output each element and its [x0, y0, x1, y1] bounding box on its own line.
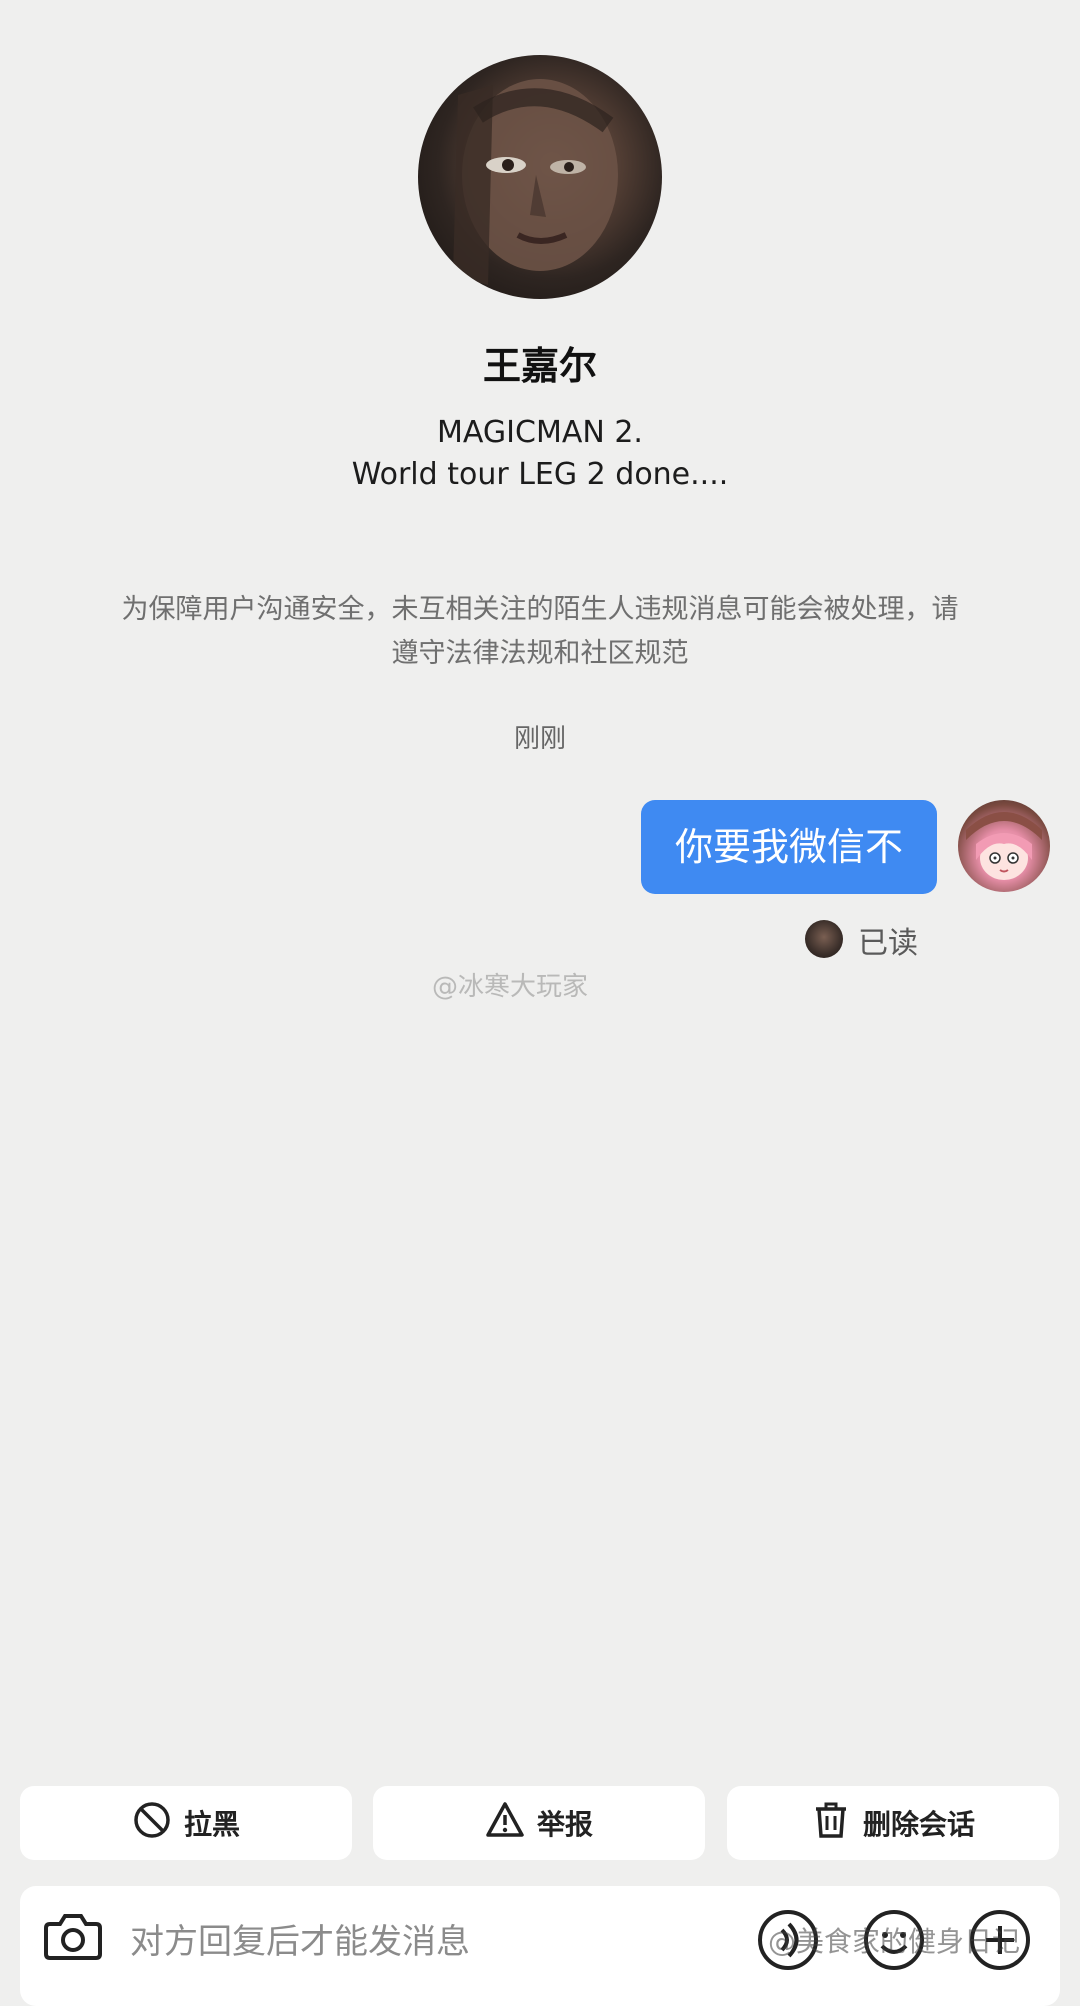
profile-name: 王嘉尔: [482, 344, 597, 388]
safety-notice: 为保障用户沟通安全，未互相关注的陌生人违规消息可能会被处理，请遵守法律法规和社区…: [121, 594, 959, 669]
message-timestamp: 刚刚: [513, 724, 566, 754]
trash-icon: [811, 1800, 851, 1847]
camera-icon[interactable]: [42, 1904, 104, 1966]
watermark: @冰寒大玩家: [432, 972, 589, 1002]
read-status: 已读: [858, 926, 918, 961]
read-receipt-avatar: [805, 920, 843, 958]
block-label: 拉黑: [183, 1808, 240, 1841]
block-icon: [132, 1800, 172, 1847]
delete-conversation-label: 删除会话: [862, 1808, 975, 1841]
warning-icon: [485, 1800, 525, 1847]
watermark: @美食家的健身日记: [768, 1925, 1021, 1958]
sent-message-bubble[interactable]: 你要我微信不: [640, 800, 937, 894]
user-avatar[interactable]: [958, 800, 1050, 892]
report-label: 举报: [536, 1808, 593, 1841]
profile-avatar[interactable]: [418, 55, 662, 299]
message-input-placeholder[interactable]: 对方回复后才能发消息: [130, 1914, 470, 1963]
report-button[interactable]: 举报: [373, 1786, 705, 1860]
delete-conversation-button[interactable]: 删除会话: [727, 1786, 1059, 1860]
profile-bio: MAGICMAN 2. World tour LEG 2 done....: [351, 415, 729, 492]
block-button[interactable]: 拉黑: [20, 1786, 352, 1860]
